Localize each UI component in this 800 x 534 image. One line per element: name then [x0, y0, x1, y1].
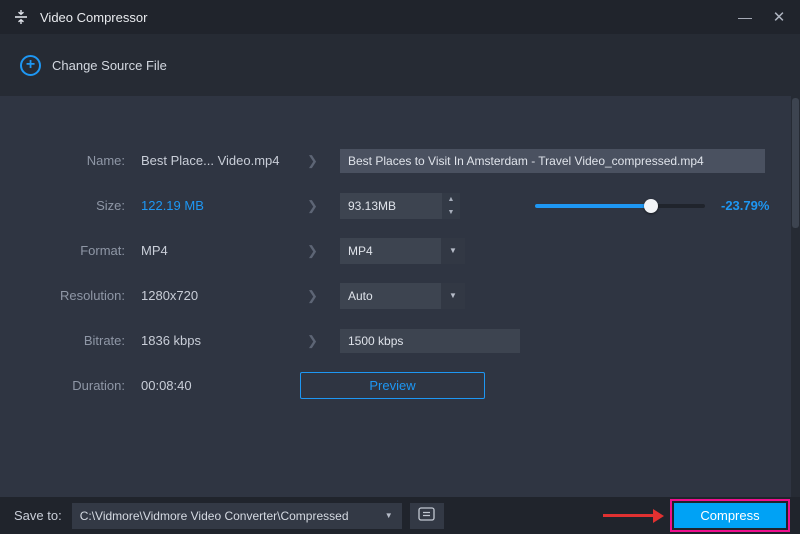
annotation-highlight: Compress — [670, 499, 790, 532]
format-selected-value: MP4 — [340, 238, 441, 264]
spinner-up-button[interactable]: ▲ — [442, 193, 460, 206]
save-path-value: C:\Vidmore\Vidmore Video Converter\Compr… — [72, 503, 376, 529]
chevron-right-icon: ❯ — [285, 198, 340, 214]
name-label: Name: — [0, 153, 125, 168]
change-source-button[interactable]: + Change Source File — [0, 34, 800, 96]
bitrate-label: Bitrate: — [0, 333, 125, 348]
dropdown-arrow-icon: ▼ — [441, 238, 465, 264]
chevron-right-icon: ❯ — [285, 153, 340, 169]
target-size-spinner[interactable]: 93.13MB ▲ ▼ — [340, 193, 460, 219]
duration-value: 00:08:40 — [125, 378, 285, 393]
video-compressor-window: Video Compressor — ✕ + Change Source Fil… — [0, 0, 800, 534]
save-path-dropdown-arrow[interactable]: ▼ — [376, 503, 402, 529]
chevron-right-icon: ❯ — [285, 243, 340, 259]
duration-label: Duration: — [0, 378, 125, 393]
spinner-buttons: ▲ ▼ — [442, 193, 460, 219]
minimize-button[interactable]: — — [728, 2, 762, 32]
main-panel: Name: Best Place... Video.mp4 ❯ Size: 12… — [0, 96, 800, 497]
format-dropdown[interactable]: MP4 ▼ — [340, 238, 465, 264]
size-slider[interactable] — [535, 204, 705, 208]
compress-button[interactable]: Compress — [674, 503, 786, 528]
resolution-row: Resolution: 1280x720 ❯ Auto ▼ — [0, 273, 800, 318]
source-bitrate-value: 1836 kbps — [125, 333, 285, 348]
resolution-selected-value: Auto — [340, 283, 441, 309]
output-name-input[interactable] — [340, 149, 765, 173]
chevron-right-icon: ❯ — [285, 333, 340, 349]
bitrate-input[interactable] — [340, 329, 520, 353]
size-row: Size: 122.19 MB ❯ 93.13MB ▲ ▼ -23.79% — [0, 183, 800, 228]
size-slider-fill — [535, 204, 651, 208]
size-reduction-percent: -23.79% — [721, 198, 769, 213]
spinner-down-button[interactable]: ▼ — [442, 206, 460, 219]
source-size-value: 122.19 MB — [125, 198, 285, 213]
format-row: Format: MP4 ❯ MP4 ▼ — [0, 228, 800, 273]
change-source-label: Change Source File — [52, 58, 167, 73]
duration-row: Duration: 00:08:40 Preview — [0, 363, 800, 408]
titlebar: Video Compressor — ✕ — [0, 0, 800, 34]
bitrate-row: Bitrate: 1836 kbps ❯ — [0, 318, 800, 363]
name-row: Name: Best Place... Video.mp4 ❯ — [0, 138, 800, 183]
video-compressor-icon — [12, 8, 30, 26]
dropdown-arrow-icon: ▼ — [441, 283, 465, 309]
preview-button[interactable]: Preview — [300, 372, 485, 399]
source-resolution-value: 1280x720 — [125, 288, 285, 303]
browse-folder-icon — [418, 507, 435, 524]
window-controls: — ✕ — [728, 2, 796, 32]
close-button[interactable]: ✕ — [762, 2, 796, 32]
add-source-icon: + — [20, 55, 41, 76]
size-label: Size: — [0, 198, 125, 213]
save-path-combo[interactable]: C:\Vidmore\Vidmore Video Converter\Compr… — [72, 503, 402, 529]
vertical-scrollbar[interactable] — [791, 96, 800, 497]
resolution-dropdown[interactable]: Auto ▼ — [340, 283, 465, 309]
scrollbar-thumb[interactable] — [792, 98, 799, 228]
source-format-value: MP4 — [125, 243, 285, 258]
chevron-right-icon: ❯ — [285, 288, 340, 304]
browse-folder-button[interactable] — [410, 503, 444, 529]
save-to-label: Save to: — [14, 508, 62, 523]
target-size-value: 93.13MB — [340, 193, 442, 219]
window-title: Video Compressor — [40, 10, 147, 25]
format-label: Format: — [0, 243, 125, 258]
annotation-arrow — [603, 509, 664, 523]
footer-bar: Save to: C:\Vidmore\Vidmore Video Conver… — [0, 497, 800, 534]
size-slider-handle[interactable] — [644, 199, 658, 213]
source-file-name: Best Place... Video.mp4 — [125, 153, 285, 168]
resolution-label: Resolution: — [0, 288, 125, 303]
